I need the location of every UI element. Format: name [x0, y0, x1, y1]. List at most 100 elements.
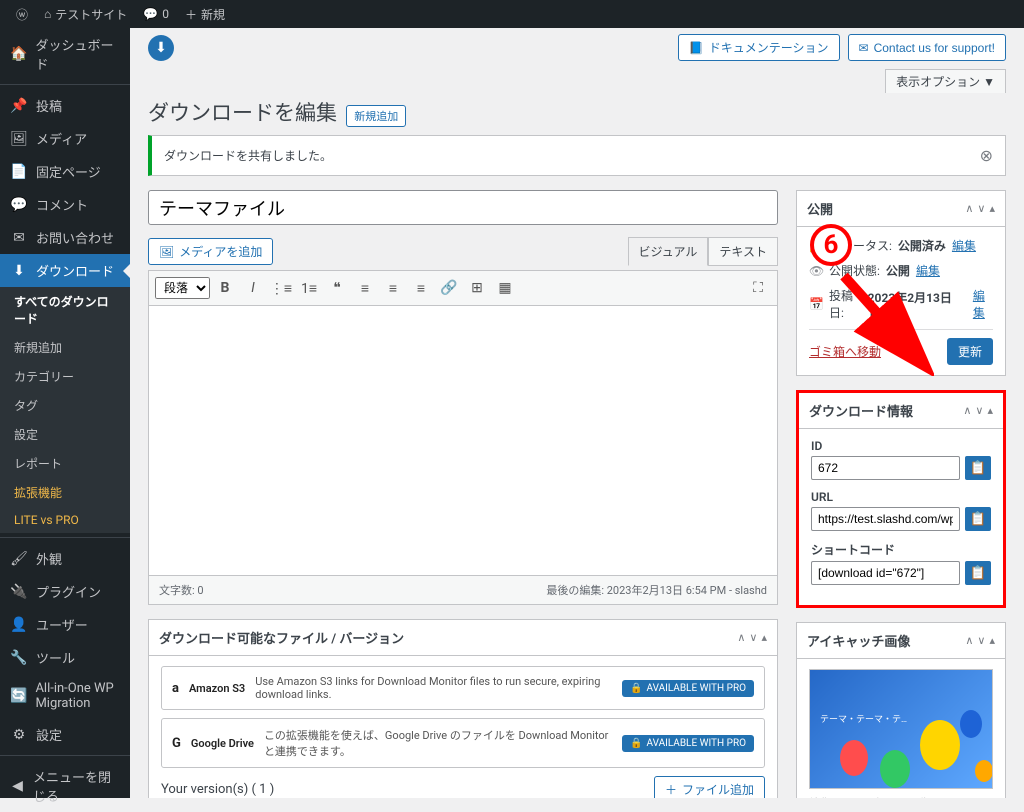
menu-contact[interactable]: ✉お問い合わせ	[0, 221, 130, 254]
download-submenu: すべてのダウンロード 新規追加 カテゴリー タグ 設定 レポート 拡張機能 LI…	[0, 287, 130, 533]
sub-lite-pro[interactable]: LITE vs PRO	[0, 507, 130, 533]
screen-options-toggle[interactable]: 表示オプション ▼	[885, 69, 1006, 93]
move-down-icon[interactable]: ∨	[975, 404, 983, 417]
format-select[interactable]: 段落	[155, 277, 210, 299]
id-input[interactable]	[811, 456, 960, 480]
dashboard-icon: 🏠	[10, 46, 27, 62]
menu-pages[interactable]: 📄固定ページ	[0, 155, 130, 188]
more-button[interactable]: ⊞	[464, 275, 490, 301]
menu-dashboard[interactable]: 🏠 ダッシュボード	[0, 28, 130, 80]
wp-logo[interactable]: ⓦ	[8, 6, 36, 23]
move-down-icon[interactable]: ∨	[749, 631, 757, 644]
edit-status-link[interactable]: 編集	[952, 237, 976, 254]
bold-button[interactable]: B	[212, 275, 238, 301]
edit-date-link[interactable]: 編集	[973, 287, 993, 321]
download-title-input[interactable]	[148, 190, 778, 225]
toggle-icon[interactable]: ▴	[989, 202, 995, 215]
move-up-icon[interactable]: ∧	[965, 634, 973, 647]
menu-label: All-in-One WP Migration	[35, 681, 120, 711]
editor-content[interactable]	[148, 306, 778, 576]
add-file-label: ファイル追加	[682, 781, 754, 798]
quote-button[interactable]: ❝	[324, 275, 350, 301]
move-down-icon[interactable]: ∨	[977, 634, 985, 647]
sub-reports[interactable]: レポート	[0, 449, 130, 478]
add-media-button[interactable]: 🖼 メディアを追加	[148, 238, 273, 265]
move-up-icon[interactable]: ∧	[737, 631, 745, 644]
tab-text[interactable]: テキスト	[708, 237, 778, 266]
menu-plugins[interactable]: 🔌プラグイン	[0, 575, 130, 608]
align-right-button[interactable]: ≡	[408, 275, 434, 301]
integration-gdrive: G Google Drive この拡張機能を使えば、Google Drive の…	[161, 718, 765, 768]
docs-button[interactable]: 📘 ドキュメンテーション	[678, 34, 840, 61]
site-link[interactable]: ⌂ テストサイト	[36, 6, 135, 23]
number-list-button[interactable]: 1≡	[296, 275, 322, 301]
copy-id-button[interactable]: 📋	[965, 456, 991, 480]
dlinfo-heading: ダウンロード情報	[809, 401, 913, 420]
sub-all-downloads[interactable]: すべてのダウンロード	[0, 287, 130, 333]
support-button[interactable]: ✉ Contact us for support!	[848, 34, 1006, 61]
move-up-icon[interactable]: ∧	[965, 202, 973, 215]
url-label: URL	[811, 490, 991, 504]
toggle-icon[interactable]: ▴	[989, 634, 995, 647]
pro-badge[interactable]: 🔒 AVAILABLE WITH PRO	[622, 680, 754, 697]
menu-tools[interactable]: 🔧ツール	[0, 641, 130, 674]
menu-users[interactable]: 👤ユーザー	[0, 608, 130, 641]
featured-thumbnail[interactable]: テーマ・テーマ・テ…	[809, 669, 993, 789]
align-center-button[interactable]: ≡	[380, 275, 406, 301]
link-button[interactable]: 🔗	[436, 275, 462, 301]
menu-settings[interactable]: ⚙設定	[0, 718, 130, 751]
tab-visual[interactable]: ビジュアル	[628, 237, 709, 266]
sub-tags[interactable]: タグ	[0, 391, 130, 420]
success-notice: ダウンロードを共有しました。 ⊗	[148, 135, 1006, 176]
site-name-label: テストサイト	[55, 6, 127, 23]
update-button[interactable]: 更新	[947, 338, 993, 365]
add-new-button[interactable]: 新規追加	[346, 105, 406, 127]
versions-count: Your version(s) ( 1 )	[161, 782, 274, 797]
italic-button[interactable]: I	[240, 275, 266, 301]
pin-icon: 📌	[10, 98, 28, 114]
last-edit: 最後の編集: 2023年2月13日 6:54 PM - slashd	[546, 582, 767, 598]
copy-url-button[interactable]: 📋	[965, 507, 991, 531]
comments-count: 0	[162, 7, 169, 21]
menu-download[interactable]: ⬇ダウンロード	[0, 254, 130, 287]
docs-label: ドキュメンテーション	[709, 39, 829, 56]
menu-posts[interactable]: 📌投稿	[0, 89, 130, 122]
annotation-arrow-icon	[834, 266, 934, 376]
new-content[interactable]: ＋ 新規	[177, 6, 233, 23]
move-down-icon[interactable]: ∨	[977, 202, 985, 215]
url-input[interactable]	[811, 507, 960, 531]
menu-label: メディア	[36, 129, 87, 148]
toolbar-toggle-button[interactable]: ▦	[492, 275, 518, 301]
menu-label: ダッシュボード	[35, 35, 120, 73]
comment-icon: 💬	[10, 197, 28, 213]
menu-migration[interactable]: 🔄All-in-One WP Migration	[0, 674, 130, 718]
menu-media[interactable]: 🖼メディア	[0, 122, 130, 155]
admin-bar: ⓦ ⌂ テストサイト 💬 0 ＋ 新規	[0, 0, 1024, 28]
add-file-button[interactable]: ＋ ファイル追加	[654, 776, 765, 798]
move-up-icon[interactable]: ∧	[963, 404, 971, 417]
pro-badge[interactable]: 🔒 AVAILABLE WITH PRO	[622, 735, 754, 752]
sub-settings[interactable]: 設定	[0, 420, 130, 449]
admin-sidebar: 🏠ダッシュボード 📌投稿 🖼メディア 📄固定ページ 💬コメント ✉お問い合わせ …	[0, 28, 130, 798]
sub-categories[interactable]: カテゴリー	[0, 362, 130, 391]
sub-add-new[interactable]: 新規追加	[0, 333, 130, 362]
bullet-list-button[interactable]: ⋮≡	[268, 275, 294, 301]
shortcode-input[interactable]	[811, 561, 960, 585]
user-icon: 👤	[10, 617, 28, 633]
fullscreen-button[interactable]: ⛶	[745, 275, 771, 301]
toggle-icon[interactable]: ▴	[761, 631, 767, 644]
copy-shortcode-button[interactable]: 📋	[965, 561, 991, 585]
notice-text: ダウンロードを共有しました。	[164, 147, 332, 164]
align-left-button[interactable]: ≡	[352, 275, 378, 301]
page-title: ダウンロードを編集	[148, 97, 337, 127]
sub-extensions[interactable]: 拡張機能	[0, 478, 130, 507]
gear-icon: ⚙	[10, 727, 28, 743]
dismiss-notice-button[interactable]: ⊗	[980, 146, 993, 165]
menu-label: ダウンロード	[36, 261, 114, 280]
comments-link[interactable]: 💬 0	[135, 7, 177, 21]
menu-appearance[interactable]: 🖌外観	[0, 542, 130, 575]
toggle-icon[interactable]: ▴	[987, 404, 993, 417]
plug-icon: 🔌	[10, 584, 28, 600]
menu-collapse[interactable]: ◀メニューを閉じる	[0, 760, 130, 812]
menu-comments[interactable]: 💬コメント	[0, 188, 130, 221]
